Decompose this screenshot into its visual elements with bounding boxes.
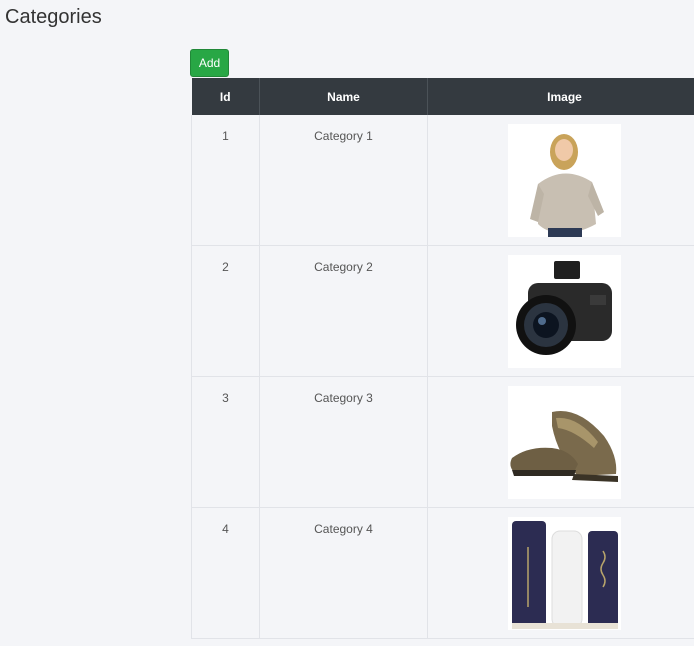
- id-cell: 4: [191, 507, 260, 639]
- name-value: Category 1: [314, 129, 373, 143]
- name-cell: Category 4: [259, 507, 428, 639]
- name-value: Category 3: [314, 391, 373, 405]
- page-title: Categories: [5, 6, 102, 28]
- id-value: 4: [222, 522, 229, 536]
- woman-in-sweater-photo: [508, 124, 621, 237]
- camera-photo: [508, 255, 621, 368]
- name-cell: Category 3: [259, 376, 428, 508]
- id-value: 1: [222, 129, 229, 143]
- image-cell: [427, 245, 694, 377]
- hiking-shoes-photo: [508, 386, 621, 499]
- image-cell: [427, 376, 694, 508]
- categories-table: Id Name Image 1 Category 1 2 Category 2 …: [191, 78, 694, 639]
- id-cell: 3: [191, 376, 260, 508]
- id-value: 3: [222, 391, 229, 405]
- column-header-image: Image: [427, 78, 694, 115]
- id-value: 2: [222, 260, 229, 274]
- image-cell: [427, 507, 694, 639]
- name-cell: Category 2: [259, 245, 428, 377]
- id-cell: 1: [191, 115, 260, 246]
- id-cell: 2: [191, 245, 260, 377]
- image-cell: [427, 115, 694, 246]
- table-header-row: Id Name Image: [191, 78, 694, 115]
- table-row: 4 Category 4: [191, 507, 694, 639]
- column-header-name: Name: [259, 78, 428, 115]
- add-button[interactable]: Add: [190, 49, 229, 77]
- skincare-products-photo: [508, 517, 621, 630]
- column-header-id: Id: [191, 78, 260, 115]
- table-row: 3 Category 3: [191, 376, 694, 508]
- name-value: Category 2: [314, 260, 373, 274]
- name-cell: Category 1: [259, 115, 428, 246]
- name-value: Category 4: [314, 522, 373, 536]
- table-row: 1 Category 1: [191, 115, 694, 246]
- table-row: 2 Category 2: [191, 245, 694, 377]
